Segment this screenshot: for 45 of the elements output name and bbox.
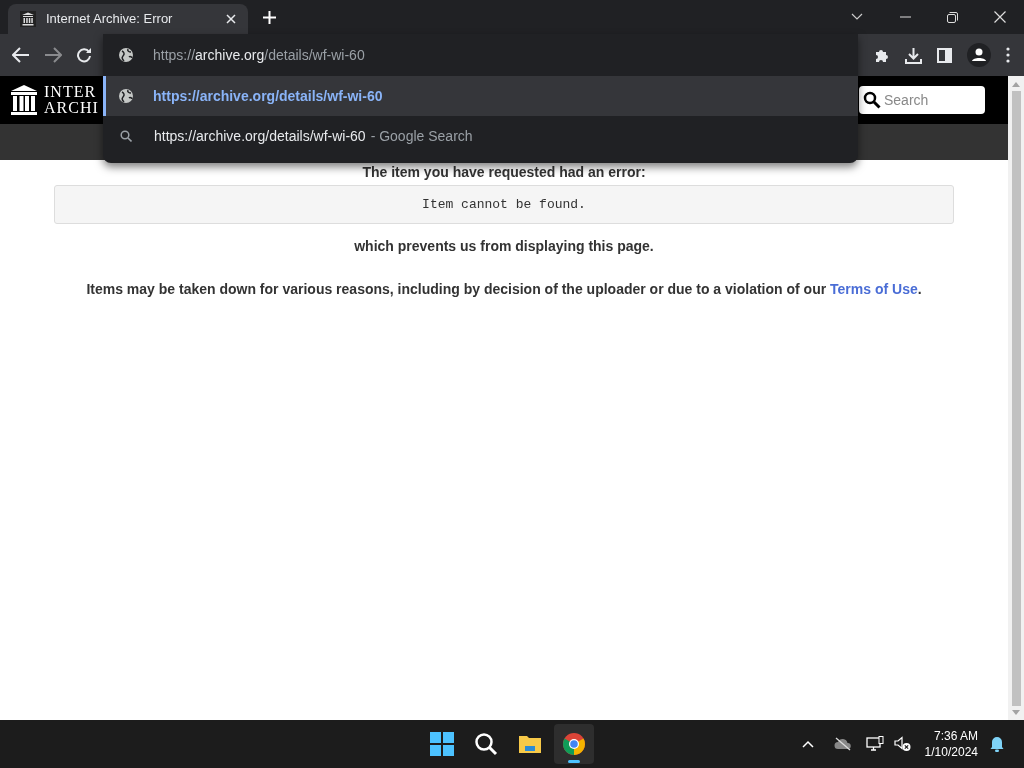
download-icon[interactable]	[905, 46, 922, 64]
restore-icon[interactable]	[947, 11, 958, 23]
scrollbar-thumb[interactable]	[1011, 91, 1021, 706]
chevron-up-icon[interactable]	[801, 740, 814, 748]
explanation-text: which prevents us from displaying this page.	[354, 237, 654, 256]
windows-logo-icon	[430, 732, 454, 756]
museum-icon	[20, 11, 36, 27]
taskbar-button[interactable]	[554, 724, 594, 764]
museum-logo-icon	[10, 84, 38, 116]
logo-text: INTER	[44, 84, 98, 100]
close-icon[interactable]	[226, 14, 236, 24]
suggestion-item[interactable]: https://archive.org/details/wf-wi-60 - Google Search	[103, 116, 858, 156]
chrome-logo-icon	[562, 732, 586, 756]
chevron-down-icon[interactable]	[851, 13, 863, 21]
globe-icon	[119, 89, 133, 103]
bell-icon[interactable]	[990, 736, 1004, 752]
error-heading: The item you have requested had an error:	[362, 163, 646, 182]
logo-text: ARCHI	[44, 100, 99, 116]
menu-icon[interactable]	[1006, 47, 1010, 63]
back-arrow-icon[interactable]	[12, 47, 30, 63]
speaker-muted-icon[interactable]	[893, 736, 911, 752]
search-icon	[474, 732, 498, 756]
error-message: Item cannot be found.	[54, 185, 954, 224]
notice-text: Items may be taken down for various reasons, including by decision of the uploader or due to a violation of our Terms of Use.	[86, 280, 922, 299]
forward-arrow-icon[interactable]	[44, 47, 62, 63]
url-text: https://archive.org/details/wf-wi-60	[153, 45, 365, 65]
terms-link[interactable]: Terms of Use	[830, 281, 918, 297]
suggestion-item[interactable]: https://archive.org/details/wf-wi-60	[103, 76, 858, 116]
clock-date[interactable]: 1/10/2024	[924, 744, 978, 760]
globe-icon	[119, 48, 133, 62]
reload-icon[interactable]	[76, 47, 92, 63]
cloud-off-icon[interactable]	[833, 737, 852, 751]
tab-title: Internet Archive: Error	[46, 10, 174, 29]
profile-icon[interactable]	[967, 43, 991, 67]
browser-tab[interactable]: Internet Archive: Error	[8, 4, 248, 34]
new-tab-icon[interactable]	[263, 11, 276, 24]
close-icon[interactable]	[994, 11, 1006, 23]
address-field[interactable]: https://archive.org/details/wf-wi-60	[103, 34, 858, 76]
search-icon	[863, 91, 881, 109]
puzzle-icon[interactable]	[874, 47, 890, 63]
side-panel-icon[interactable]	[937, 47, 952, 63]
clock-time[interactable]: 7:36 AM	[933, 728, 978, 744]
network-icon[interactable]	[865, 736, 884, 752]
search-field[interactable]: Search	[859, 86, 985, 114]
search-icon	[120, 130, 132, 142]
